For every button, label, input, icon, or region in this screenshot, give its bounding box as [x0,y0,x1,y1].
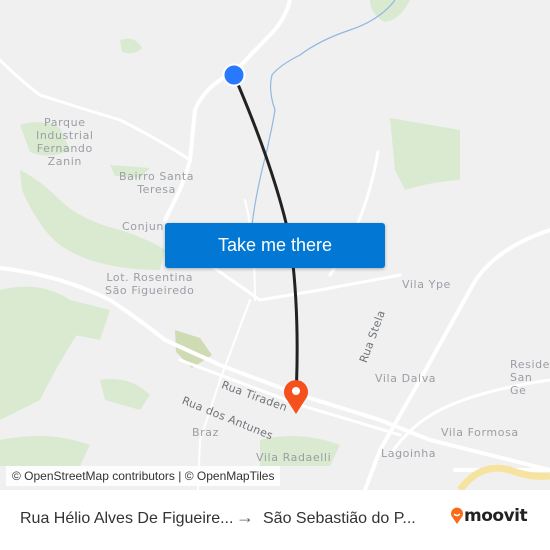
destination-name: São Sebastião do P... [263,510,416,527]
moovit-logo[interactable]: moovit [450,506,528,526]
take-me-there-button[interactable]: Take me there [165,223,385,268]
destination-pin-icon[interactable] [282,378,310,416]
label-residencial: Reside San Ge [510,358,550,397]
label-vila-radaelli: Vila Radaelli [256,451,332,464]
map-attribution[interactable]: © OpenStreetMap contributors | © OpenMap… [6,466,281,486]
moovit-pin-icon [451,507,463,524]
label-conjunto: Conjun [122,220,164,233]
moovit-wordmark: moovit [464,506,528,526]
label-bairro-santa-teresa: Bairro Santa Teresa [119,170,195,196]
origin-dot-icon[interactable] [222,63,246,87]
label-vila-formosa: Vila Formosa [441,426,519,439]
label-lagoinha: Lagoinha [381,447,437,460]
arrow-right-icon: → [236,507,254,527]
origin-name: Rua Hélio Alves De Figueire... [20,510,234,527]
footer-bar: Rua Hélio Alves De Figueire... → São Seb… [0,490,550,550]
label-vila-dalva: Vila Dalva [375,372,437,385]
label-lot-rosentina: Lot. Rosentina São Figueiredo [105,271,195,297]
label-braz: Braz [192,426,219,439]
label-vila-ype: Vila Ype [402,278,451,291]
label-parque-industrial: Parque Industrial Fernando Zanin [36,116,94,168]
map-canvas[interactable]: Parque Industrial Fernando Zanin Bairro … [0,0,550,490]
